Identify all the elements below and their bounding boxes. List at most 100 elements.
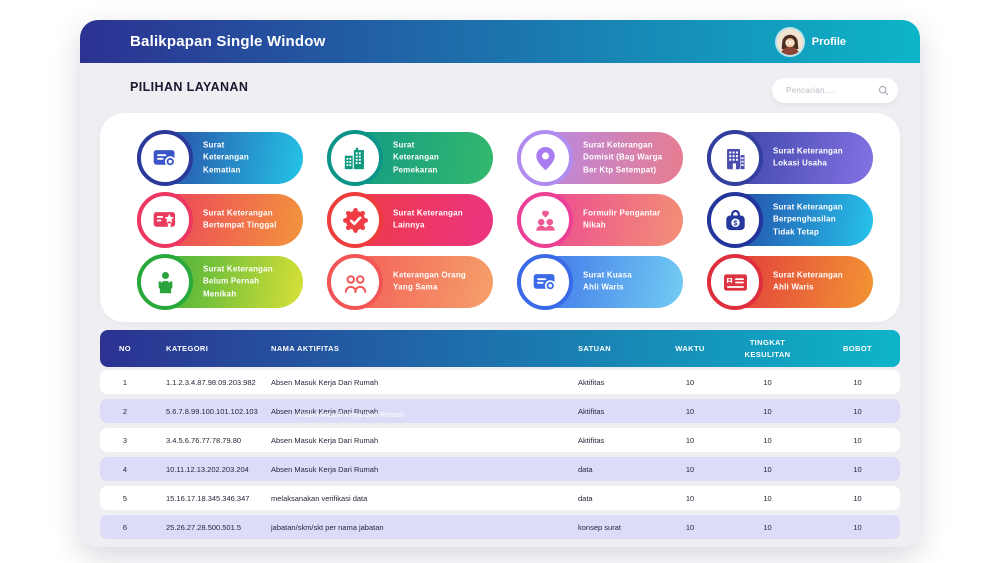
- table-cell: 6: [100, 523, 150, 532]
- certificate-icon: [137, 130, 193, 186]
- service-card-label: Keterangan Orang Yang Sama: [393, 270, 466, 295]
- couple-icon: [517, 192, 573, 248]
- column-header: WAKTU: [660, 344, 720, 353]
- service-card-grid: Surat Keterangan Kematian Surat Keteranga…: [100, 113, 900, 322]
- table-body: 11.1.2.3.4.87.98.09.203.982Absen Masuk K…: [100, 370, 900, 544]
- service-card-label: Surat Keterangan Domisit (Bag Warga Ber …: [583, 139, 662, 176]
- table-cell: 25.26.27.28.500.501.5: [150, 523, 265, 532]
- app-title: Balikpapan Single Window: [130, 33, 326, 50]
- column-header: TINGKAT KESULITAN: [720, 337, 815, 360]
- seal-check-icon: [327, 192, 383, 248]
- service-card[interactable]: Surat Keterangan Bertempat Tinggal: [137, 194, 303, 246]
- profile-label: Profile: [812, 36, 846, 48]
- table-cell: 10: [720, 465, 815, 474]
- table-cell: 10: [720, 523, 815, 532]
- service-card[interactable]: Surat Keterangan Kematian: [137, 132, 303, 184]
- service-card-label: Surat Keterangan Bertempat Tinggal: [203, 208, 277, 233]
- table-cell: Absen Masuk Kerja Dari Rumah: [265, 378, 560, 387]
- table-cell: 10: [660, 494, 720, 503]
- service-card-label: Surat Keterangan Berpenghasilan Tidak Te…: [773, 201, 843, 238]
- service-card[interactable]: Surat Keterangan Lainnya: [327, 194, 493, 246]
- table-cell: 10: [815, 523, 900, 532]
- services-panel: Surat Keterangan Kematian Surat Keteranga…: [100, 113, 900, 322]
- table-cell: 10: [815, 378, 900, 387]
- table-cell: data: [560, 494, 660, 503]
- table-cell: 1: [100, 378, 150, 387]
- search-box: [772, 78, 898, 103]
- service-card-label: Surat Keterangan Pemekaran: [393, 139, 439, 176]
- table-row: 410.11.12.13.202.203.204Absen Masuk Kerj…: [100, 457, 900, 481]
- column-header: KATEGORI: [150, 344, 265, 353]
- table-cell: konsep surat: [560, 523, 660, 532]
- column-header: NAMA AKTIFITAS: [265, 344, 560, 353]
- table-cell: data: [560, 465, 660, 474]
- service-card[interactable]: $ Surat Keterangan Berpenghasilan Tidak T…: [707, 194, 873, 246]
- table-cell: 3: [100, 436, 150, 445]
- service-card[interactable]: Surat Keterangan Ahli Waris: [707, 256, 873, 308]
- table-cell: 10: [720, 436, 815, 445]
- table-cell: Absen Masuk Kerja Dari Rumah: [265, 436, 560, 445]
- service-card-label: Surat Keterangan Lainnya: [393, 208, 463, 233]
- profile-button[interactable]: Profile: [777, 20, 846, 63]
- table-header: NOKATEGORINAMA AKTIFITASSATUANWAKTUTINGK…: [100, 330, 900, 367]
- table-cell: melaksanakan verifikasi data: [265, 494, 560, 503]
- column-header: SATUAN: [560, 344, 660, 353]
- person-icon: [137, 254, 193, 310]
- service-card[interactable]: Surat Kuasa Ahli Waris: [517, 256, 683, 308]
- service-card[interactable]: Surat Keterangan Belum Pernah Menikah: [137, 256, 303, 308]
- table-row: 11.1.2.3.4.87.98.09.203.982Absen Masuk K…: [100, 370, 900, 394]
- office-icon: [707, 130, 763, 186]
- service-card-label: Surat Keterangan Kematian: [203, 139, 249, 176]
- table-cell: Aktifitas: [560, 407, 660, 416]
- table-cell: 1.1.2.3.4.87.98.09.203.982: [150, 378, 265, 387]
- table-cell: 10.11.12.13.202.203.204: [150, 465, 265, 474]
- table-cell: 10: [660, 407, 720, 416]
- table-row: 25.6.7.8.99.100.101.102.103Absen Masuk K…: [100, 399, 900, 423]
- table-cell: 10: [720, 378, 815, 387]
- service-card-label: Formulir Pengantar Nikah: [583, 208, 660, 233]
- search-icon[interactable]: [877, 84, 890, 97]
- column-header: BOBOT: [815, 344, 900, 353]
- table-cell: 15.16.17.18.345.346.347: [150, 494, 265, 503]
- service-card-label: Surat Keterangan Lokasi Usaha: [773, 146, 843, 171]
- money-bag-icon: $: [707, 192, 763, 248]
- service-card-label: Surat Keterangan Ahli Waris: [773, 270, 843, 295]
- table-cell: Absen Masuk Kerja Dari RumahAbsen Masuk …: [265, 407, 560, 416]
- table-row: 33.4.5.6.76.77.78.79.80Absen Masuk Kerja…: [100, 428, 900, 452]
- avatar: [777, 29, 803, 55]
- table-cell: 5.6.7.8.99.100.101.102.103: [150, 407, 265, 416]
- svg-text:$: $: [733, 218, 737, 227]
- table-cell: 4: [100, 465, 150, 474]
- table-cell: 10: [660, 465, 720, 474]
- people-icon: [327, 254, 383, 310]
- page: Balikpapan Single Window Profile PILIHAN…: [0, 0, 1000, 563]
- pin-icon: [517, 130, 573, 186]
- table-cell: 5: [100, 494, 150, 503]
- table-cell: 10: [815, 407, 900, 416]
- table-cell: 2: [100, 407, 150, 416]
- service-card[interactable]: Keterangan Orang Yang Sama: [327, 256, 493, 308]
- table-cell: 10: [815, 465, 900, 474]
- service-card[interactable]: Surat Keterangan Domisit (Bag Warga Ber …: [517, 132, 683, 184]
- service-card[interactable]: Surat Keterangan Lokasi Usaha: [707, 132, 873, 184]
- column-header: NO: [100, 344, 150, 353]
- table-cell: jabatan/skm/skt per nama jabatan: [265, 523, 560, 532]
- table-cell: 10: [720, 494, 815, 503]
- city-icon: [327, 130, 383, 186]
- table-cell: Aktifitas: [560, 378, 660, 387]
- service-card-label: Surat Keterangan Belum Pernah Menikah: [203, 263, 273, 300]
- service-card[interactable]: Surat Keterangan Pemekaran: [327, 132, 493, 184]
- table-cell: 10: [815, 436, 900, 445]
- table-cell: Absen Masuk Kerja Dari Rumah: [265, 465, 560, 474]
- table-cell: 10: [660, 436, 720, 445]
- service-card-label: Surat Kuasa Ahli Waris: [583, 270, 632, 295]
- app-window: Balikpapan Single Window Profile PILIHAN…: [80, 20, 920, 547]
- table-cell: 10: [720, 407, 815, 416]
- service-card[interactable]: Formulir Pengantar Nikah: [517, 194, 683, 246]
- table-row: 625.26.27.28.500.501.5jabatan/skm/skt pe…: [100, 515, 900, 539]
- certificate-star-icon: [137, 192, 193, 248]
- page-title: PILIHAN LAYANAN: [130, 80, 248, 94]
- certificate-seal-icon: [517, 254, 573, 310]
- table-cell: Aktifitas: [560, 436, 660, 445]
- app-header: Balikpapan Single Window Profile: [80, 20, 920, 63]
